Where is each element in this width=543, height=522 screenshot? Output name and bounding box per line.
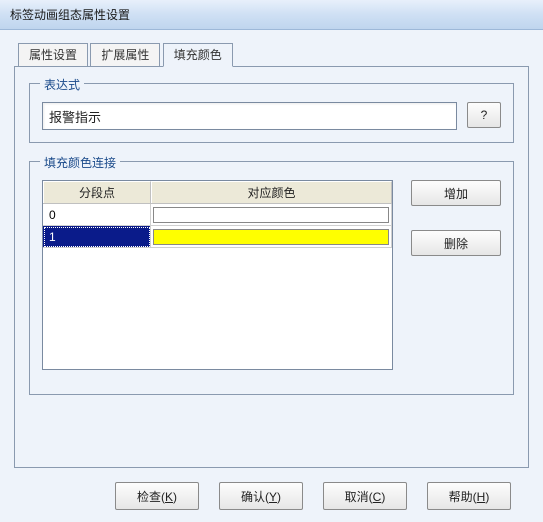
fill-table-header: 分段点 对应颜色 [43,181,392,204]
tab-strip: 属性设置 扩展属性 填充颜色 [18,42,529,66]
color-swatch[interactable] [153,229,389,245]
dialog-footer: 检查(K) 确认(Y) 取消(C) 帮助(H) [14,468,529,510]
color-swatch[interactable] [153,207,389,223]
group-expression-legend: 表达式 [40,76,84,93]
cell-point[interactable]: 1 [43,226,151,248]
cell-color[interactable] [151,226,392,248]
delete-button[interactable]: 删除 [411,230,501,256]
group-fill-link: 填充颜色连接 分段点 对应颜色 01 增加 删除 [29,161,514,395]
add-button[interactable]: 增加 [411,180,501,206]
table-row[interactable]: 0 [43,204,392,226]
group-expression: 表达式 ? [29,83,514,143]
col-header-color[interactable]: 对应颜色 [151,181,392,203]
ok-button[interactable]: 确认(Y) [219,482,303,510]
table-row[interactable]: 1 [43,226,392,248]
cell-color[interactable] [151,204,392,226]
fill-table[interactable]: 分段点 对应颜色 01 [42,180,393,370]
tab-fill-color[interactable]: 填充颜色 [163,43,233,67]
help-button[interactable]: 帮助(H) [427,482,511,510]
group-fill-link-legend: 填充颜色连接 [40,154,120,171]
tab-panel-fill-color: 表达式 ? 填充颜色连接 分段点 对应颜色 01 [14,66,529,468]
cell-point[interactable]: 0 [43,204,151,226]
expression-help-button[interactable]: ? [467,102,501,128]
fill-table-body: 01 [43,204,392,248]
dialog-window: 标签动画组态属性设置 属性设置 扩展属性 填充颜色 表达式 ? 填充颜色连接 [0,0,543,516]
tab-attr-settings[interactable]: 属性设置 [18,43,88,67]
titlebar: 标签动画组态属性设置 [0,0,543,30]
client-area: 属性设置 扩展属性 填充颜色 表达式 ? 填充颜色连接 分段点 对应颜色 [0,30,543,522]
expression-row: ? [42,102,501,130]
col-header-point[interactable]: 分段点 [43,181,151,203]
check-button[interactable]: 检查(K) [115,482,199,510]
expression-input[interactable] [42,102,457,130]
tab-extended-attr[interactable]: 扩展属性 [90,43,160,67]
cancel-button[interactable]: 取消(C) [323,482,407,510]
fill-side-buttons: 增加 删除 [411,180,501,370]
fill-row: 分段点 对应颜色 01 增加 删除 [42,180,501,370]
window-title: 标签动画组态属性设置 [10,8,130,22]
